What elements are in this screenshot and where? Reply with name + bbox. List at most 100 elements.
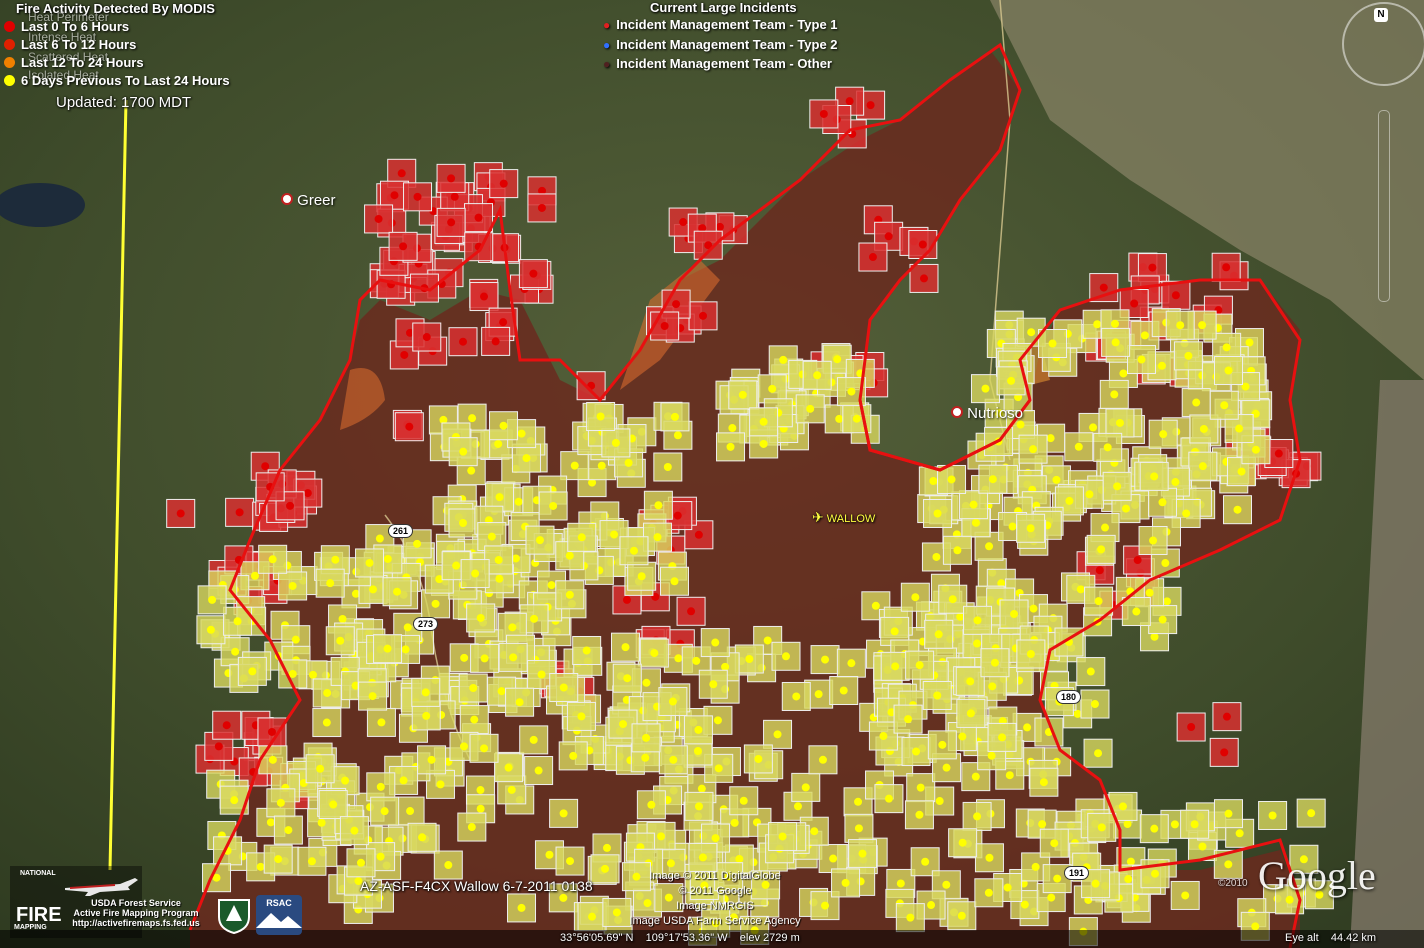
older-detection-dot — [841, 878, 850, 887]
fire-detection-dot — [537, 203, 546, 212]
google-logo: Google — [1258, 853, 1376, 898]
older-detection-dot — [906, 913, 915, 922]
fire-detection-dot — [660, 322, 669, 331]
older-detection-dot — [1090, 700, 1099, 709]
legend-item-12-24h: Last 12 To 24 Hours — [4, 55, 144, 70]
older-detection-dot — [497, 687, 506, 696]
place-nutrioso[interactable]: Nutrioso — [951, 405, 1023, 422]
legend-label: 6 Days Previous To Last 24 Hours — [21, 73, 230, 88]
older-detection-dot — [1010, 610, 1019, 619]
fire-detection-dot — [1274, 449, 1283, 458]
older-detection-dot — [376, 782, 385, 791]
fire-detection-dot — [919, 274, 928, 283]
older-detection-dot — [459, 447, 468, 456]
incident-type1: ● Incident Management Team - Type 1 — [603, 17, 838, 32]
older-detection-dot — [1222, 343, 1231, 352]
older-detection-dot — [577, 712, 586, 721]
older-detection-dot — [401, 645, 410, 654]
incident-label: Incident Management Team - Type 1 — [616, 17, 838, 32]
older-detection-dot — [1220, 401, 1229, 410]
older-detection-dot — [530, 614, 539, 623]
older-detection-dot — [698, 853, 707, 862]
older-detection-dot — [326, 579, 335, 588]
older-detection-dot — [559, 809, 568, 818]
older-detection-dot — [778, 832, 787, 841]
compass-ring[interactable]: N — [1342, 2, 1424, 86]
older-detection-dot — [596, 412, 605, 421]
older-detection-dot — [1192, 398, 1201, 407]
fire-marker-wallow[interactable]: ✈ WALLOW — [812, 509, 875, 526]
older-detection-dot — [1224, 366, 1233, 375]
older-detection-dot — [393, 587, 402, 596]
older-detection-dot — [650, 649, 659, 658]
rsac-logo: RSAC — [256, 895, 302, 935]
older-detection-dot — [545, 850, 554, 859]
fire-detection-dot — [1095, 566, 1104, 575]
older-detection-dot — [1268, 811, 1277, 820]
usfs-shield-icon — [218, 899, 250, 935]
place-greer[interactable]: Greer — [281, 192, 336, 209]
fire-detection-dot — [622, 595, 631, 604]
older-detection-dot — [399, 776, 408, 785]
older-detection-dot — [577, 533, 586, 542]
zoom-slider[interactable] — [1378, 110, 1390, 302]
legend-label: Last 6 To 12 Hours — [21, 37, 137, 52]
satellite-map[interactable] — [0, 0, 1424, 948]
older-detection-dot — [468, 414, 477, 423]
older-detection-dot — [476, 804, 485, 813]
older-detection-dot — [322, 718, 331, 727]
older-detection-dot — [1065, 496, 1074, 505]
older-detection-dot — [904, 715, 913, 724]
older-detection-dot — [276, 798, 285, 807]
older-detection-dot — [597, 461, 606, 470]
older-detection-dot — [1224, 809, 1233, 818]
older-detection-dot — [1093, 320, 1102, 329]
older-detection-dot — [984, 888, 993, 897]
older-detection-dot — [206, 625, 215, 634]
older-detection-dot — [728, 424, 737, 433]
older-detection-dot — [1027, 328, 1036, 337]
older-detection-dot — [467, 823, 476, 832]
older-detection-dot — [673, 431, 682, 440]
usfs-line: Active Fire Mapping Program — [73, 908, 199, 918]
older-detection-dot — [377, 718, 386, 727]
incident-other: ● Incident Management Team - Other — [603, 56, 832, 71]
compass-north-icon[interactable]: N — [1374, 8, 1388, 22]
older-detection-dot — [317, 818, 326, 827]
older-detection-dot — [1233, 505, 1242, 514]
older-detection-dot — [1163, 597, 1172, 606]
older-detection-dot — [1224, 860, 1233, 869]
incident-label: Incident Management Team - Other — [616, 56, 832, 71]
fire-detection-dot — [884, 232, 893, 241]
older-detection-dot — [927, 901, 936, 910]
older-detection-dot — [288, 581, 297, 590]
older-detection-dot — [641, 753, 650, 762]
older-detection-dot — [847, 387, 856, 396]
older-detection-dot — [929, 477, 938, 486]
fire-detection-dot — [819, 109, 828, 118]
older-detection-dot — [621, 643, 630, 652]
older-detection-dot — [810, 827, 819, 836]
fire-detection-dot — [499, 179, 508, 188]
older-detection-dot — [1199, 424, 1208, 433]
older-detection-dot — [871, 601, 880, 610]
fire-detection-dot — [400, 350, 409, 359]
older-detection-dot — [316, 764, 325, 773]
older-detection-dot — [1039, 778, 1048, 787]
older-detection-dot — [1124, 875, 1133, 884]
older-detection-dot — [1170, 820, 1179, 829]
older-detection-dot — [1111, 338, 1120, 347]
nfp-mapping: MAPPING — [14, 924, 47, 931]
fire-detection-dot — [413, 192, 422, 201]
older-detection-dot — [958, 732, 967, 741]
older-detection-dot — [480, 654, 489, 663]
older-detection-dot — [692, 656, 701, 665]
older-detection-dot — [231, 647, 240, 656]
older-detection-dot — [933, 509, 942, 518]
fire-detection-dot — [868, 253, 877, 262]
older-detection-dot — [985, 853, 994, 862]
older-detection-dot — [331, 555, 340, 564]
older-detection-dot — [504, 763, 513, 772]
older-detection-dot — [470, 715, 479, 724]
older-detection-dot — [549, 501, 558, 510]
